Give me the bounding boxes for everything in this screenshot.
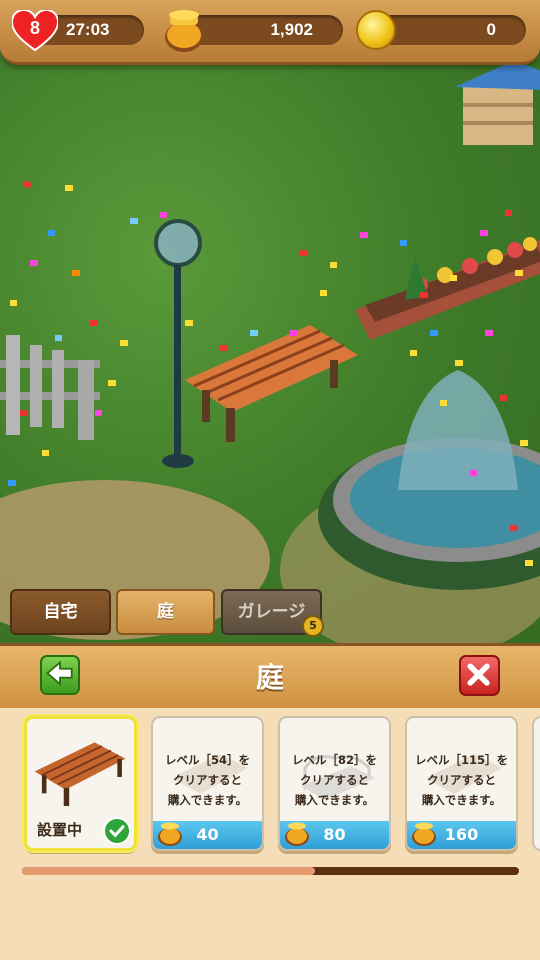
requirement-line: レベル［54］を	[164, 753, 250, 767]
item-card-locked[interactable]: レベル［82］を クリアすると 購入できます。 80	[278, 716, 391, 851]
tab-garage[interactable]: ガレージ 5	[221, 589, 324, 637]
price-value: 160	[444, 825, 479, 844]
top-hud: 27:03 8 1,902 0	[0, 0, 540, 65]
confetti-overlay	[8, 180, 533, 566]
bench-item-icon	[34, 742, 126, 807]
honey-bar[interactable]: 1,902	[183, 15, 343, 45]
scrollbar-track[interactable]	[22, 867, 519, 875]
unlock-requirement: レベル［82］を クリアすると 購入できます。	[284, 750, 385, 810]
requirement-line: 購入できます。	[421, 793, 502, 807]
garden-scene[interactable]	[0, 0, 540, 645]
requirement-line: レベル［115］を	[414, 753, 508, 767]
unlock-requirement: レベル［54］を クリアすると 購入できます。	[157, 750, 258, 810]
tab-garden[interactable]: 庭	[116, 589, 215, 635]
requirement-line: レベル［82］を	[291, 753, 377, 767]
lock-icon: 5	[302, 615, 324, 637]
check-icon	[103, 817, 131, 845]
requirement-line: クリアすると	[173, 773, 242, 787]
life-timer: 27:03	[66, 20, 110, 39]
lives-count: 8	[29, 18, 40, 38]
requirement-line: 購入できます。	[294, 793, 375, 807]
honey-pot-icon	[412, 822, 436, 846]
tab-home[interactable]: 自宅	[10, 589, 111, 635]
panel-header: 庭	[0, 643, 540, 711]
price-value: 40	[196, 825, 219, 844]
installed-status: 設置中	[37, 821, 83, 839]
lock-badge-count: 5	[309, 619, 317, 632]
close-button[interactable]	[459, 655, 500, 696]
honey-pot-icon	[285, 822, 309, 846]
tab-garage-label: ガレージ	[237, 602, 306, 622]
unlock-requirement: レベル［115］を クリアすると 購入できます。	[411, 750, 512, 810]
requirement-line: 購入できます。	[167, 793, 248, 807]
gold-coin-icon	[356, 10, 396, 50]
coin-bar[interactable]: 0	[376, 15, 526, 45]
requirement-line: クリアすると	[300, 773, 369, 787]
requirement-line: クリアすると	[427, 773, 496, 787]
item-card-installed[interactable]: 設置中	[24, 716, 137, 851]
honey-pot-icon	[158, 822, 182, 846]
item-card-locked[interactable]: レベル［115］を クリアすると 購入できます。 160	[405, 716, 518, 851]
item-card-partial[interactable]	[532, 716, 540, 851]
coin-count: 0	[486, 20, 496, 39]
item-card-locked[interactable]: レベル［54］を クリアすると 購入できます。 40	[151, 716, 264, 851]
scrollbar-thumb[interactable]	[22, 867, 316, 875]
close-icon	[467, 663, 490, 686]
honey-count: 1,902	[270, 20, 313, 39]
honey-pot-icon	[165, 10, 203, 52]
price-value: 80	[323, 825, 346, 844]
